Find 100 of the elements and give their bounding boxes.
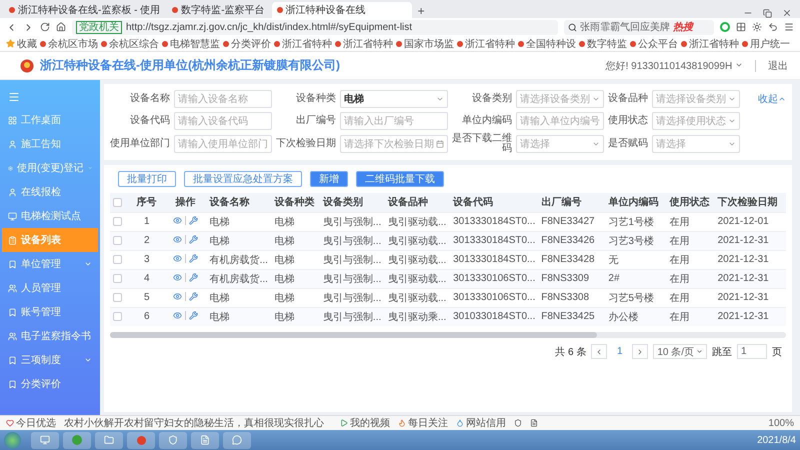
start-button[interactable]: [4, 432, 21, 448]
bookmark[interactable]: 国家市场监: [396, 36, 454, 50]
bookmark[interactable]: 电梯智慧监: [162, 36, 220, 50]
column-header: 下次检验日期: [718, 197, 778, 208]
site-icon: [223, 40, 229, 46]
reload-icon[interactable]: [40, 22, 50, 32]
page-size-select[interactable]: 10 条/页: [653, 344, 707, 359]
document-icon[interactable]: [530, 419, 538, 427]
bookmark[interactable]: 全国特种设: [518, 36, 576, 50]
bookmark[interactable]: 用户统一: [742, 36, 790, 50]
checkbox[interactable]: [113, 236, 122, 245]
bookmark[interactable]: 浙江省特种: [681, 36, 739, 50]
status-item[interactable]: 今日优选: [6, 416, 56, 430]
table-cell: 办公楼: [608, 312, 638, 323]
page-input[interactable]: 1: [737, 344, 767, 359]
bookmark[interactable]: 公众平台: [630, 36, 678, 50]
column-header: 设备品种: [388, 197, 428, 208]
restore-icon[interactable]: [763, 9, 772, 18]
view-icon[interactable]: [173, 292, 182, 300]
search-icon: [568, 22, 577, 32]
checkbox[interactable]: [113, 198, 122, 207]
bookmark[interactable]: 浙江省特种: [457, 36, 515, 50]
table-cell: 5: [144, 292, 150, 303]
browser-tab[interactable]: 浙江特种设备在线: [272, 2, 412, 18]
chevron-down-icon: [592, 140, 600, 148]
zoom-level[interactable]: 100%: [768, 418, 794, 428]
folder-icon[interactable]: [95, 432, 123, 448]
taskbar-date: 2021/8/4: [757, 434, 796, 446]
sidebar-item[interactable]: 分类评价: [2, 372, 98, 396]
news-ticker[interactable]: 农村小伙解开农村留守妇女的隐秘生活，真相很现实很扎心: [64, 416, 324, 430]
wrench-icon[interactable]: [189, 310, 198, 320]
column-header: 出厂编号: [541, 197, 582, 208]
bookmark[interactable]: 余杭区市场: [40, 36, 98, 50]
shield-icon[interactable]: [514, 419, 522, 427]
prev-page-button[interactable]: [591, 344, 608, 359]
page-button[interactable]: 1: [612, 344, 628, 359]
sidebar-item[interactable]: 单位管理: [2, 252, 98, 276]
site-icon: [518, 40, 524, 46]
table-cell: 2021-12-31: [718, 273, 769, 284]
checkbox[interactable]: [113, 274, 122, 283]
wrench-icon[interactable]: [189, 272, 198, 282]
close-icon[interactable]: [782, 8, 792, 18]
bookmark[interactable]: 浙江省特种: [274, 36, 332, 50]
column-header: 单位内编码: [608, 197, 658, 208]
user-menu[interactable]: 您好! 91330110143819099H: [606, 58, 743, 72]
bookmark[interactable]: 浙江省特种: [335, 36, 393, 50]
bookmark[interactable]: 余杭区综合: [101, 36, 159, 50]
next-page-button[interactable]: [632, 344, 648, 359]
scrollbar[interactable]: [110, 332, 786, 338]
table-cell: 曳引与强制...: [322, 236, 382, 246]
search-field[interactable]: 张雨霏霸气回应美牌 热搜: [564, 20, 714, 34]
wrench-icon[interactable]: [189, 216, 198, 224]
chat-icon[interactable]: [223, 432, 251, 448]
site-icon: [274, 40, 280, 46]
status-item[interactable]: 每日关注: [398, 416, 448, 430]
bookmark[interactable]: 分类评价: [223, 36, 271, 50]
view-icon[interactable]: [173, 254, 182, 262]
action-button[interactable]: 新增: [310, 171, 348, 187]
document-icon[interactable]: [191, 432, 219, 448]
checkbox[interactable]: [113, 254, 122, 264]
logout-link[interactable]: 退出: [768, 58, 788, 72]
ring-icon[interactable]: [720, 22, 730, 32]
select-field[interactable]: 电梯: [340, 90, 448, 108]
bookmark[interactable]: 收藏: [6, 36, 37, 50]
bookmark[interactable]: 数字特监: [579, 36, 627, 50]
view-icon[interactable]: [173, 234, 182, 244]
sun-icon[interactable]: [752, 22, 762, 32]
checkbox[interactable]: [113, 292, 122, 302]
action-button[interactable]: 批量打印: [118, 171, 176, 187]
view-icon[interactable]: [173, 216, 182, 224]
view-icon[interactable]: [173, 310, 182, 320]
sidebar-item[interactable]: 账号管理: [2, 300, 98, 324]
sidebar-item[interactable]: 人员管理: [2, 276, 98, 300]
browser-tab[interactable]: 浙江特种设备在线-监察板 - 使用: [4, 2, 166, 18]
grid-icon: [8, 116, 17, 124]
wrench-icon[interactable]: [189, 254, 198, 262]
browser-tab[interactable]: 数字特监-监察平台: [167, 2, 270, 18]
star-icon: [6, 39, 15, 48]
checkbox[interactable]: [113, 216, 122, 226]
wrench-icon[interactable]: [189, 292, 198, 300]
action-button[interactable]: 批量设置应急处置方案: [184, 171, 302, 187]
grid-icon[interactable]: [736, 22, 746, 32]
collapse-link[interactable]: 收起: [758, 92, 786, 106]
menu-icon[interactable]: [784, 22, 794, 32]
app-icon[interactable]: [127, 432, 155, 448]
sidebar-item[interactable]: 电子监察指令书: [2, 324, 98, 348]
checkbox[interactable]: [113, 312, 122, 322]
action-button[interactable]: 二维码批量下载: [356, 171, 444, 187]
status-item[interactable]: 网站信用: [456, 416, 506, 430]
new-tab-button[interactable]: +: [414, 4, 429, 18]
table-cell: 在用: [669, 254, 690, 266]
calendar-icon: [436, 140, 444, 148]
address-bar[interactable]: 党政机关 http://tsgz.zjamr.zj.gov.cn/jc_kh/dist/index.html#/syEquipment-list: [72, 20, 558, 34]
wrench-icon[interactable]: [189, 234, 198, 244]
bookmark-icon: [8, 308, 17, 316]
view-icon[interactable]: [173, 272, 182, 282]
status-item[interactable]: 我的视频: [340, 416, 390, 430]
home-icon[interactable]: [56, 22, 66, 32]
undo-icon[interactable]: [768, 22, 778, 32]
sidebar-item[interactable]: 三项制度: [2, 348, 98, 372]
